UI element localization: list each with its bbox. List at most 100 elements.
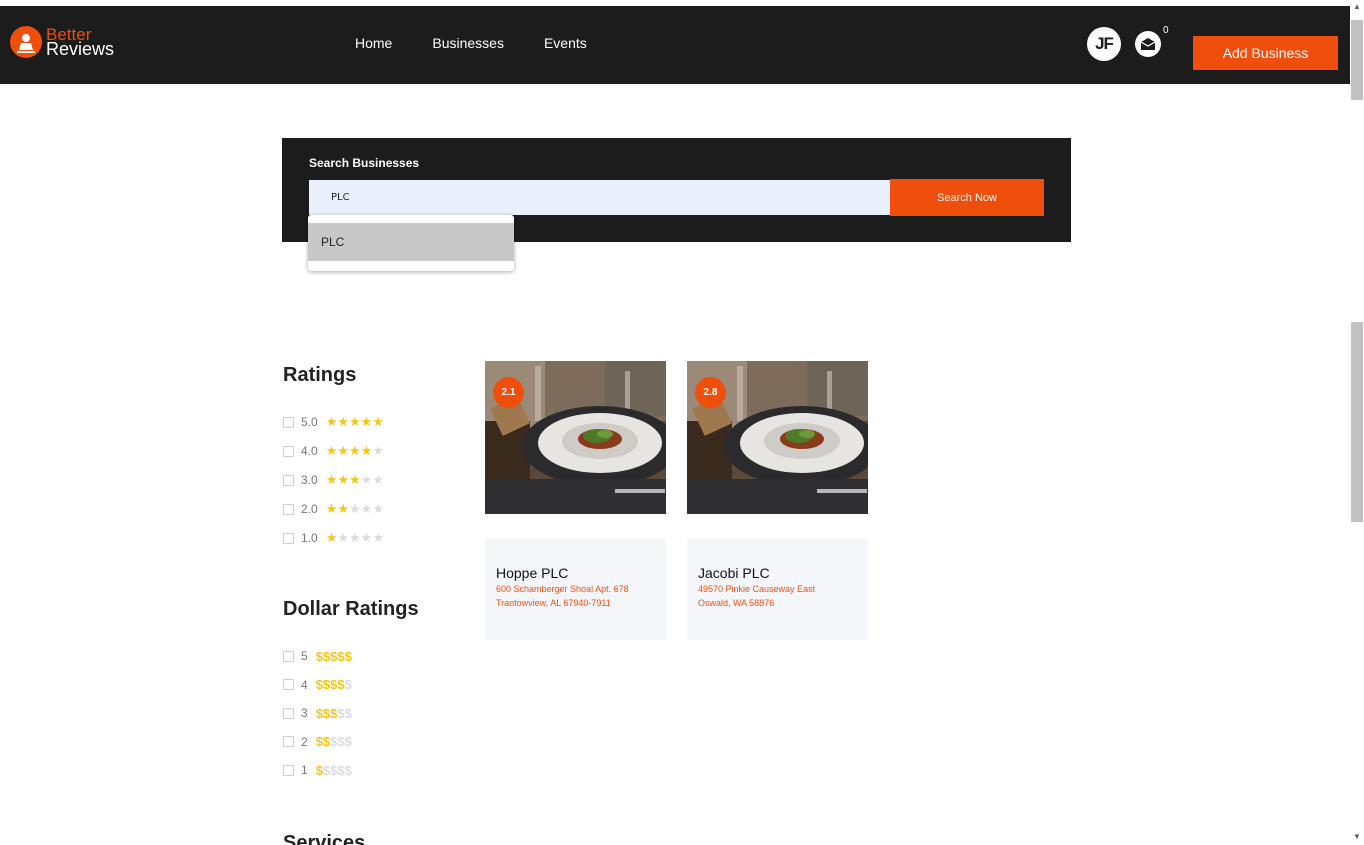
business-card[interactable]: Hoppe PLC 600 Schamberger Shoal Apt. 678 T… bbox=[485, 539, 666, 640]
search-suggestion-item[interactable]: PLC bbox=[308, 223, 514, 261]
page-scrollbar[interactable]: ▲ ▼ bbox=[1350, 0, 1364, 845]
star-icon: ★ bbox=[360, 472, 373, 487]
business-card-image[interactable]: 2.8 bbox=[687, 361, 868, 514]
dollar-rating-icon: $$$$$ bbox=[316, 763, 352, 778]
business-address-line1: 600 Schamberger Shoal Apt. 678 bbox=[496, 584, 629, 594]
dollar-checkbox[interactable] bbox=[283, 736, 294, 747]
star-icon: ★ bbox=[337, 472, 349, 487]
star-icon: ★ bbox=[325, 472, 338, 487]
star-icon: ★ bbox=[360, 414, 373, 429]
scrollbar-thumb-lower[interactable] bbox=[1351, 322, 1363, 522]
star-icon: ★ bbox=[325, 501, 338, 516]
dollar-icon: $ bbox=[315, 762, 323, 778]
star-icon: ★ bbox=[337, 414, 349, 429]
dollar-checkbox[interactable] bbox=[283, 764, 294, 776]
star-icon: ★ bbox=[372, 414, 384, 429]
star-icon: ★ bbox=[372, 501, 384, 516]
rating-checkbox[interactable] bbox=[283, 445, 294, 457]
star-icon: ★ bbox=[349, 501, 361, 516]
rating-checkbox[interactable] bbox=[283, 532, 294, 544]
star-icon: ★ bbox=[325, 443, 338, 458]
logo-text-reviews: Reviews bbox=[46, 39, 115, 59]
dollar-filter-row[interactable]: 3 $$$$$ bbox=[283, 706, 352, 721]
dollar-filter-row[interactable]: 1 $$$$$ bbox=[283, 763, 352, 778]
star-rating-icon: ★★★★★ bbox=[326, 530, 384, 546]
scroll-down-arrow-icon[interactable]: ▼ bbox=[1353, 832, 1361, 841]
dollar-filter-label: 3 bbox=[301, 706, 308, 720]
rating-filter-row[interactable]: 1.0 ★★★★★ bbox=[283, 530, 384, 546]
search-suggestions-dropdown: PLC bbox=[308, 215, 514, 271]
rating-checkbox[interactable] bbox=[283, 416, 294, 428]
logo[interactable]: Better Reviews bbox=[10, 26, 114, 58]
star-icon: ★ bbox=[349, 472, 361, 487]
rating-filter-label: 1.0 bbox=[301, 531, 318, 545]
ratings-heading: Ratings bbox=[283, 364, 357, 386]
dollar-icon: $ bbox=[337, 705, 345, 721]
search-input[interactable] bbox=[309, 180, 891, 215]
business-address-line2: Oswald, WA 58876 bbox=[698, 598, 775, 608]
star-rating-icon: ★★★★★ bbox=[326, 414, 384, 430]
star-icon: ★ bbox=[360, 530, 373, 545]
business-card-image[interactable]: 2.1 bbox=[485, 361, 666, 514]
rating-checkbox[interactable] bbox=[283, 474, 294, 486]
dollar-icon: $ bbox=[315, 677, 323, 692]
star-icon: ★ bbox=[360, 443, 373, 458]
business-name[interactable]: Jacobi PLC bbox=[698, 565, 770, 581]
dollar-filter-label: 1 bbox=[301, 763, 308, 777]
dollar-rating-icon: $$$$$ bbox=[316, 706, 352, 721]
logo-chef-icon bbox=[10, 26, 42, 58]
search-now-button[interactable]: Search Now bbox=[890, 179, 1044, 216]
star-icon: ★ bbox=[337, 501, 349, 516]
rating-checkbox[interactable] bbox=[283, 503, 294, 515]
rating-badge: 2.1 bbox=[493, 377, 524, 408]
add-business-button[interactable]: Add Business bbox=[1193, 36, 1338, 70]
scroll-up-arrow-icon[interactable]: ▲ bbox=[1353, 2, 1361, 11]
dollar-filter-row[interactable]: 4 $$$$$ bbox=[283, 677, 352, 692]
dollar-checkbox[interactable] bbox=[283, 650, 294, 662]
dollar-checkbox[interactable] bbox=[283, 679, 294, 690]
nav-home-link[interactable]: Home bbox=[355, 35, 392, 51]
dollar-icon: $ bbox=[344, 677, 352, 692]
mail-count-badge: 0 bbox=[1163, 25, 1169, 36]
star-icon: ★ bbox=[372, 443, 384, 458]
rating-filter-row[interactable]: 4.0 ★★★★★ bbox=[283, 443, 384, 459]
rating-filter-row[interactable]: 3.0 ★★★★★ bbox=[283, 472, 384, 487]
nav-businesses-link[interactable]: Businesses bbox=[432, 35, 504, 51]
dollar-filter-row[interactable]: 5 $$$$$ bbox=[283, 648, 352, 664]
dollar-filter-label: 5 bbox=[301, 649, 308, 663]
star-icon: ★ bbox=[337, 443, 349, 458]
dollar-icon: $ bbox=[337, 734, 345, 749]
user-avatar[interactable]: JF bbox=[1087, 27, 1121, 61]
services-heading: Services bbox=[283, 832, 366, 845]
star-rating-icon: ★★★★★ bbox=[326, 443, 384, 459]
rating-filter-row[interactable]: 5.0 ★★★★★ bbox=[283, 414, 384, 430]
dollar-icon: $ bbox=[337, 648, 345, 664]
search-title: Search Businesses bbox=[309, 156, 420, 170]
star-icon: ★ bbox=[337, 530, 349, 545]
dollar-checkbox[interactable] bbox=[283, 707, 294, 719]
rating-filter-label: 5.0 bbox=[301, 415, 318, 429]
scrollbar-thumb[interactable] bbox=[1351, 20, 1363, 100]
star-icon: ★ bbox=[349, 530, 361, 545]
rating-filter-label: 2.0 bbox=[301, 502, 318, 516]
dollar-filter-row[interactable]: 2 $$$$$ bbox=[283, 734, 352, 749]
star-icon: ★ bbox=[325, 414, 338, 429]
business-name[interactable]: Hoppe PLC bbox=[496, 565, 568, 581]
dollar-icon: $ bbox=[315, 705, 323, 721]
dollar-ratings-heading: Dollar Ratings bbox=[283, 598, 419, 620]
rating-filter-row[interactable]: 2.0 ★★★★★ bbox=[283, 501, 384, 517]
business-card[interactable]: Jacobi PLC 49570 Pinkie Causeway East Oswa… bbox=[687, 539, 868, 640]
mail-icon[interactable] bbox=[1135, 31, 1161, 57]
business-address-line2: Trantowview, AL 67940-7911 bbox=[496, 598, 611, 608]
business-address-line1: 49570 Pinkie Causeway East bbox=[698, 584, 816, 594]
dollar-rating-icon: $$$$$ bbox=[316, 734, 352, 749]
dollar-icon: $ bbox=[315, 648, 323, 664]
dollar-icon: $ bbox=[344, 705, 352, 721]
star-rating-icon: ★★★★★ bbox=[326, 501, 384, 517]
dollar-icon: $ bbox=[337, 677, 345, 692]
dollar-icon: $ bbox=[344, 762, 352, 778]
dollar-icon: $ bbox=[344, 734, 352, 749]
nav-events-link[interactable]: Events bbox=[544, 35, 587, 51]
dollar-rating-icon: $$$$$ bbox=[316, 677, 352, 692]
dollar-filter-label: 4 bbox=[301, 677, 308, 692]
